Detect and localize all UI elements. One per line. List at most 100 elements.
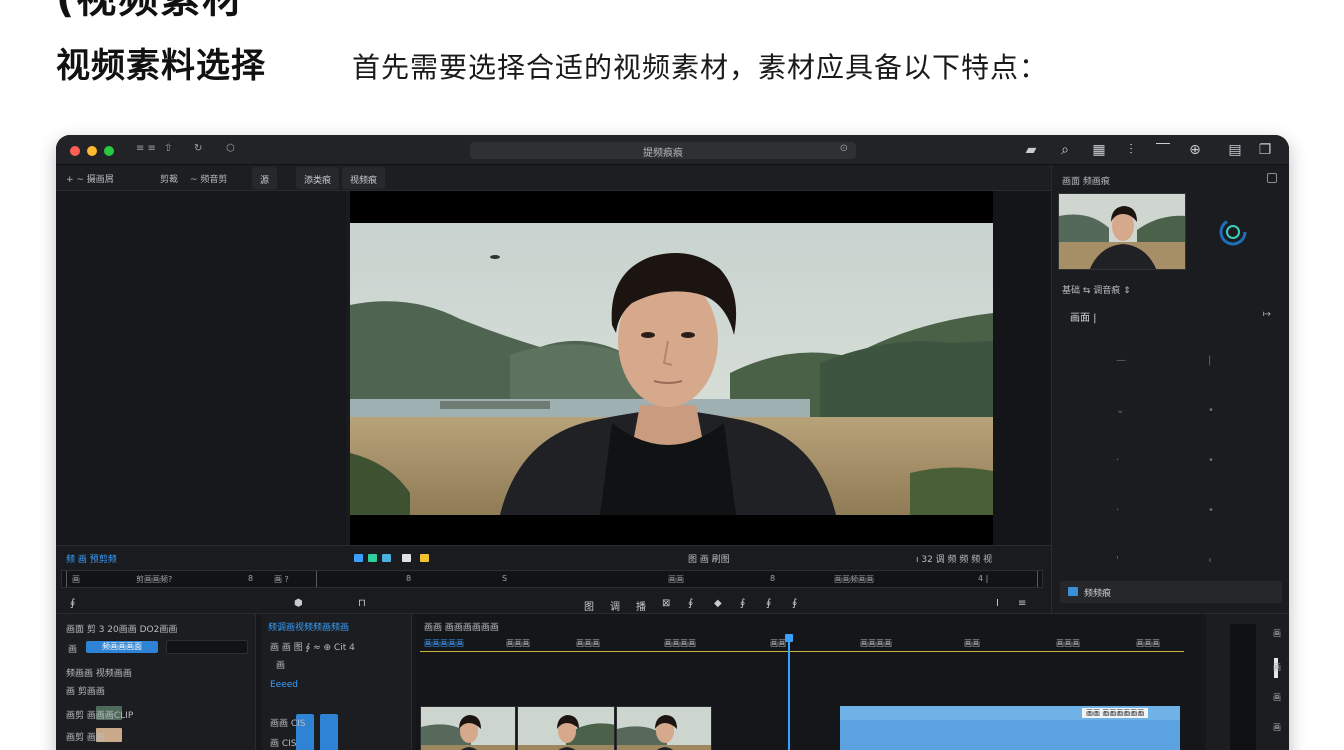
teal-swatch-icon[interactable] [368, 554, 377, 562]
copy-icon[interactable]: ❐ [1256, 141, 1274, 159]
audio-menu[interactable]: ~ 频音剪 [190, 172, 227, 185]
titlebar-menu-icon[interactable]: ≡ ≡ [136, 143, 156, 154]
meter-label: 画 [1273, 723, 1281, 732]
scrub-label: 画 ? [274, 575, 289, 584]
control-icon[interactable]: I [996, 598, 999, 609]
zoom-icon[interactable]: ⊕ [1186, 141, 1204, 159]
document-icon[interactable]: ▤ [1226, 141, 1244, 159]
tick-icon: • [1208, 455, 1214, 466]
scrub-label: 画画频画画 [834, 575, 874, 584]
control-icon[interactable]: ∮ [740, 598, 745, 609]
slide-root: (视频素材 视频素料选择 首先需要选择合适的视频素材，素材应具备以下特点： ≡ … [0, 0, 1344, 750]
tick-icon: ' [1116, 555, 1119, 566]
line-icon[interactable]: ⎺ [1154, 141, 1172, 159]
ruler-label: 画画画 [506, 639, 530, 648]
control-icon[interactable]: ∮ [688, 598, 693, 609]
audio-icon[interactable]: ⫶ [1122, 141, 1140, 159]
timeline-clip[interactable] [616, 706, 712, 750]
crop-button[interactable]: 剪裁 [160, 172, 178, 185]
library-row[interactable]: 频画画 视频画画 [66, 666, 132, 679]
scrub-label: 4 | [978, 574, 989, 583]
grid-icon[interactable]: ▦ [1090, 141, 1108, 159]
titlebar-share-icon[interactable]: ⇧ [164, 143, 172, 154]
effects-row[interactable]: 画 CIS [270, 736, 297, 749]
slide-description: 首先需要选择合适的视频素材，素材应具备以下特点： [352, 51, 1049, 84]
tick-icon: ⌄ [1116, 405, 1125, 416]
arrow-icon[interactable]: ↦ [1263, 309, 1271, 320]
scrub-label: S [502, 574, 508, 583]
playhead-handle[interactable] [785, 634, 793, 642]
ruler-label: 画画画 [576, 639, 600, 648]
effects-tab[interactable]: 频调画视频频画频画 [268, 620, 349, 633]
scrub-bar[interactable]: 画 剪画画频? 8 画 ? 8 S 画画 8 画画频画画 4 | [61, 570, 1043, 588]
meter-label: 画 [1273, 663, 1281, 672]
ruler-label: 画画 [964, 639, 980, 648]
timeline-ruler[interactable]: 画画画画画 画画画 画画画 画画画画 画画 画画画画 画画 画画画 画画画 [420, 636, 1184, 652]
control-icon[interactable]: ◆ [714, 598, 722, 609]
effects-row[interactable]: 画画 CIS [270, 716, 306, 729]
scrub-label: 8 [770, 574, 776, 583]
effects-row[interactable]: 画 [276, 658, 285, 671]
blue-swatch-icon[interactable] [354, 554, 363, 562]
import-button[interactable]: + ~ 摄画屑 [66, 172, 114, 185]
title-search-field[interactable]: 提频痕痕 ⊙ [470, 142, 856, 159]
control-icon[interactable]: ⊠ [662, 598, 670, 609]
effects-slot[interactable] [320, 714, 338, 750]
slide-top-title: (视频素材 [56, 0, 244, 24]
inspector-folder[interactable]: 频频痕 [1060, 581, 1282, 603]
transport-center-label: 图 画 刷图 [688, 555, 730, 565]
ruler-label: 画画画画 [860, 639, 892, 648]
titlebar-shield-icon[interactable]: ⬡ [226, 143, 235, 154]
control-icon[interactable]: 调 [610, 598, 620, 613]
inspector-panel: 画面 频画痕 基础 ⇆ 调音痕 ⇕ 画面 | ↦ — | ⌄ • · • · •… [1051, 165, 1289, 613]
minimize-window-button[interactable] [87, 146, 97, 156]
cyan-swatch-icon[interactable] [382, 554, 391, 562]
effects-panel: 频调画视频频画频画 画 画 图 ∮ ≈ ⊕ Cit 4 画 Eeeed 画画 C… [262, 614, 412, 750]
control-icon[interactable]: ⊓ [358, 598, 366, 609]
control-icon[interactable]: ∮ [766, 598, 771, 609]
inspector-tabs[interactable]: 基础 ⇆ 调音痕 ⇕ [1062, 283, 1131, 296]
library-filter-icon[interactable]: 画 [68, 642, 77, 655]
library-row[interactable]: 画剪 画画 [66, 730, 105, 743]
browser-toolbar: + ~ 摄画屑 剪裁 ~ 频音剪 源 添类痕 视频痕 [56, 165, 1051, 191]
folder-label: 频频痕 [1084, 589, 1112, 599]
library-row[interactable]: 画 剪画画 [66, 684, 105, 697]
inspector-header: 画面 频画痕 [1062, 177, 1110, 187]
timeline-clip[interactable] [420, 706, 516, 750]
timeline-clip[interactable] [517, 706, 615, 750]
effects-row[interactable]: Eeeed [270, 680, 298, 690]
timeline-clip-label: 画画 画画画画画画 [1082, 708, 1149, 718]
viewer-frame[interactable] [350, 223, 993, 515]
yellow-swatch-icon[interactable] [420, 554, 429, 562]
control-icon[interactable]: ≡ [1018, 598, 1026, 609]
tab-effects[interactable]: 添类痕 [296, 167, 340, 189]
tick-icon: · [1116, 455, 1120, 466]
effects-row[interactable]: 画 画 图 ∮ ≈ ⊕ Cit 4 [270, 640, 355, 653]
bottom-area: 画面 剪 3 20画画 DO2画画 画 频画画画面 频画画 视频画画 画 剪画画… [56, 613, 1289, 750]
close-window-button[interactable] [70, 146, 80, 156]
library-import-button[interactable]: 频画画画面 [86, 641, 158, 653]
tab-video[interactable]: 视频痕 [342, 167, 386, 189]
inspector-thumbnail[interactable] [1058, 193, 1186, 270]
timeline-playhead[interactable] [788, 634, 790, 750]
ruler-label: 画画画画 [664, 639, 696, 648]
search-icon[interactable]: ⌕ [1056, 141, 1074, 159]
inspector-close-button[interactable] [1267, 173, 1277, 183]
control-icon[interactable]: ∮ [792, 598, 797, 609]
play-button[interactable]: 播 [636, 598, 646, 613]
transport-left-label[interactable]: 频 画 预剪频 [66, 552, 117, 565]
library-search-input[interactable] [166, 640, 248, 654]
titlebar-sync-icon[interactable]: ↻ [194, 143, 202, 154]
scrub-divider [1037, 571, 1038, 587]
ruler-label: 画画画画画 [424, 639, 464, 648]
control-icon[interactable]: 图 [584, 598, 594, 613]
folder-icon [1068, 587, 1078, 596]
inspector-row-label: 画面 | [1070, 313, 1097, 324]
flag-icon[interactable]: ▰ [1022, 141, 1040, 159]
maximize-window-button[interactable] [104, 146, 114, 156]
library-row[interactable]: 画剪 画画画CLIP [66, 708, 133, 721]
tab-source[interactable]: 源 [252, 167, 278, 189]
control-icon[interactable]: ∮ [70, 598, 75, 609]
control-icon[interactable]: ⬢ [294, 598, 303, 609]
white-swatch-icon[interactable] [402, 554, 411, 562]
